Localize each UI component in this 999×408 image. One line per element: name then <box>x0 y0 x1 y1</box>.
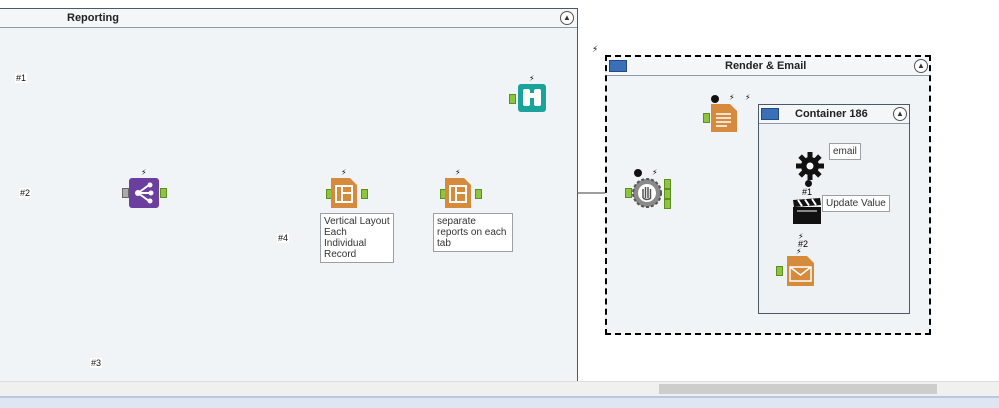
input-anchor[interactable] <box>703 113 710 123</box>
union-icon <box>129 178 159 208</box>
connection-label-1: #1 <box>15 73 28 83</box>
layout-icon <box>331 178 357 208</box>
connection-label-2: #2 <box>19 188 32 198</box>
container-186-header[interactable]: Container 186 ▲ <box>759 105 909 124</box>
annotation-update-value: Update Value <box>822 195 890 212</box>
render-email-container-header[interactable]: Render & Email ▲ <box>607 57 929 76</box>
output-anchor[interactable] <box>475 189 482 199</box>
input-anchor[interactable] <box>509 94 516 104</box>
binoculars-icon <box>518 84 546 112</box>
lightning-icon: ⚡ <box>455 168 461 177</box>
macro-indicator-icon <box>711 95 719 103</box>
lightning-icon: ⚡ <box>796 247 802 256</box>
connection-label-4: #4 <box>277 233 290 243</box>
output-anchor[interactable] <box>160 188 167 198</box>
lightning-icon: ⚡ <box>745 93 751 102</box>
output-anchor-3[interactable] <box>664 199 671 209</box>
container-icon <box>609 60 627 72</box>
hand-stop-icon <box>632 178 662 208</box>
render-icon <box>711 104 737 132</box>
lightning-icon: ⚡ <box>141 168 147 177</box>
bottom-panel-edge <box>0 396 999 408</box>
horizontal-scrollbar[interactable] <box>0 381 999 396</box>
macro-indicator-icon <box>805 180 812 187</box>
tool-badge: #1 <box>802 187 813 197</box>
layout-tool-2[interactable]: ⚡ <box>440 168 484 208</box>
input-anchor[interactable] <box>776 266 783 276</box>
macro-indicator-icon <box>634 169 642 177</box>
output-anchor-2[interactable] <box>664 189 671 199</box>
layout-icon <box>445 178 471 208</box>
render-tool[interactable]: ⚡ ⚡ <box>703 93 751 133</box>
gear-icon <box>796 152 824 180</box>
chevron-up-icon[interactable]: ▲ <box>914 59 928 73</box>
annotation-email: email <box>829 143 861 160</box>
reporting-container-title: Reporting <box>67 12 119 24</box>
input-anchor[interactable] <box>122 188 129 198</box>
lightning-icon: ⚡ <box>341 168 347 177</box>
annotation-vertical-layout: Vertical Layout Each Individual Record <box>320 213 394 263</box>
input-anchor[interactable] <box>625 188 632 198</box>
browse-tool[interactable]: ⚡ <box>509 74 549 114</box>
union-tool[interactable]: ⚡ <box>122 168 167 208</box>
output-anchor-1[interactable] <box>664 179 671 189</box>
lightning-icon: ⚡ <box>592 44 599 54</box>
chevron-up-icon[interactable]: ▲ <box>893 107 907 121</box>
clapperboard-icon <box>793 198 821 224</box>
email-tool[interactable]: ⚡ #2 ⚡ <box>776 232 818 288</box>
scrollbar-thumb[interactable] <box>659 384 937 394</box>
layout-tool-1[interactable]: ⚡ <box>326 168 370 208</box>
block-until-done-tool[interactable]: ⚡ <box>622 168 672 210</box>
annotation-separate-reports: separate reports on each tab <box>433 213 513 252</box>
lightning-icon: ⚡ <box>529 74 535 83</box>
container-icon <box>761 108 779 120</box>
lightning-icon: ⚡ <box>652 168 658 177</box>
container-186-title: Container 186 <box>795 108 868 120</box>
reporting-container[interactable]: Reporting ▲ <box>0 8 578 385</box>
envelope-icon <box>787 256 814 286</box>
output-anchor[interactable] <box>361 189 368 199</box>
action-tool[interactable]: #1 <box>790 180 826 230</box>
macro-input-tool[interactable] <box>794 150 826 182</box>
lightning-icon: ⚡ <box>729 93 735 102</box>
reporting-container-header[interactable]: Reporting ▲ <box>0 9 577 28</box>
chevron-up-icon[interactable]: ▲ <box>560 11 574 25</box>
connection-label-3: #3 <box>90 358 103 368</box>
render-email-container-title: Render & Email <box>725 60 807 72</box>
